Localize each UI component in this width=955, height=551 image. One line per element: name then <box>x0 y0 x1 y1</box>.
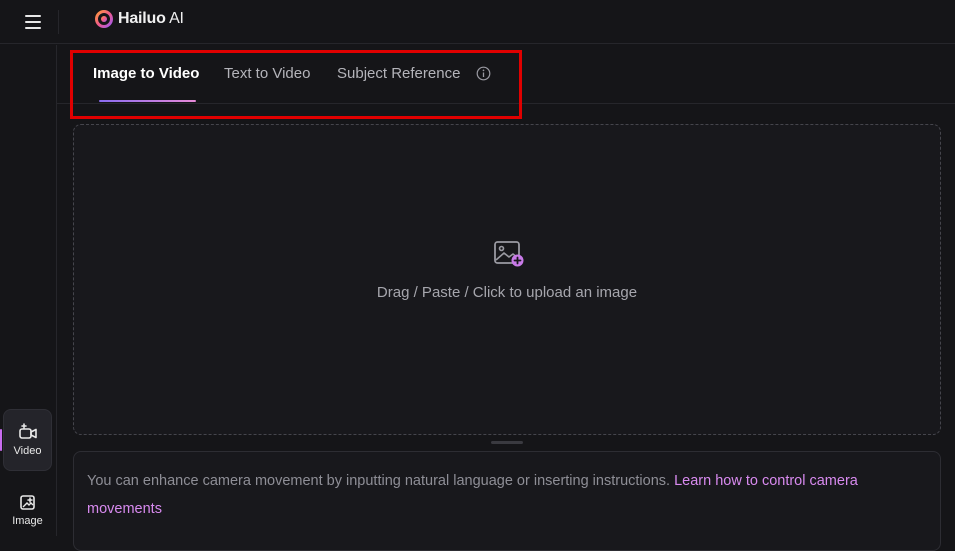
top-bar: Hailuo AI <box>0 0 955 44</box>
image-add-icon <box>494 241 524 267</box>
upload-instruction: Drag / Paste / Click to upload an image <box>376 284 638 301</box>
tab-text-to-video[interactable]: Text to Video <box>224 65 310 82</box>
tab-subject-reference[interactable]: Subject Reference <box>337 65 460 82</box>
resize-handle[interactable] <box>491 441 523 444</box>
sidebar-item-label: Image <box>12 515 43 527</box>
mode-tabs: Image to Video Text to Video Subject Ref… <box>57 45 955 104</box>
active-tab-underline <box>99 100 196 102</box>
logo-text: Hailuo AI <box>118 10 184 27</box>
image-upload-dropzone[interactable]: Drag / Paste / Click to upload an image <box>73 124 941 435</box>
sidebar-item-video[interactable]: Video <box>3 409 52 471</box>
hailuo-logo-icon <box>95 10 113 28</box>
video-plus-icon <box>18 423 37 439</box>
tab-image-to-video[interactable]: Image to Video <box>93 65 199 82</box>
image-plus-icon <box>19 495 35 510</box>
sidebar-item-label: Video <box>13 445 42 457</box>
logo[interactable]: Hailuo AI <box>95 9 184 29</box>
sidebar-item-image[interactable]: Image <box>3 479 52 541</box>
header-divider <box>58 10 59 34</box>
prompt-hint-text: You can enhance camera movement by input… <box>87 473 675 489</box>
left-sidebar: Video Image <box>0 45 57 536</box>
prompt-input-area[interactable]: You can enhance camera movement by input… <box>73 451 941 551</box>
hamburger-menu-icon[interactable] <box>22 12 46 32</box>
info-icon[interactable] <box>476 66 491 81</box>
sidebar-active-marker <box>0 429 2 451</box>
